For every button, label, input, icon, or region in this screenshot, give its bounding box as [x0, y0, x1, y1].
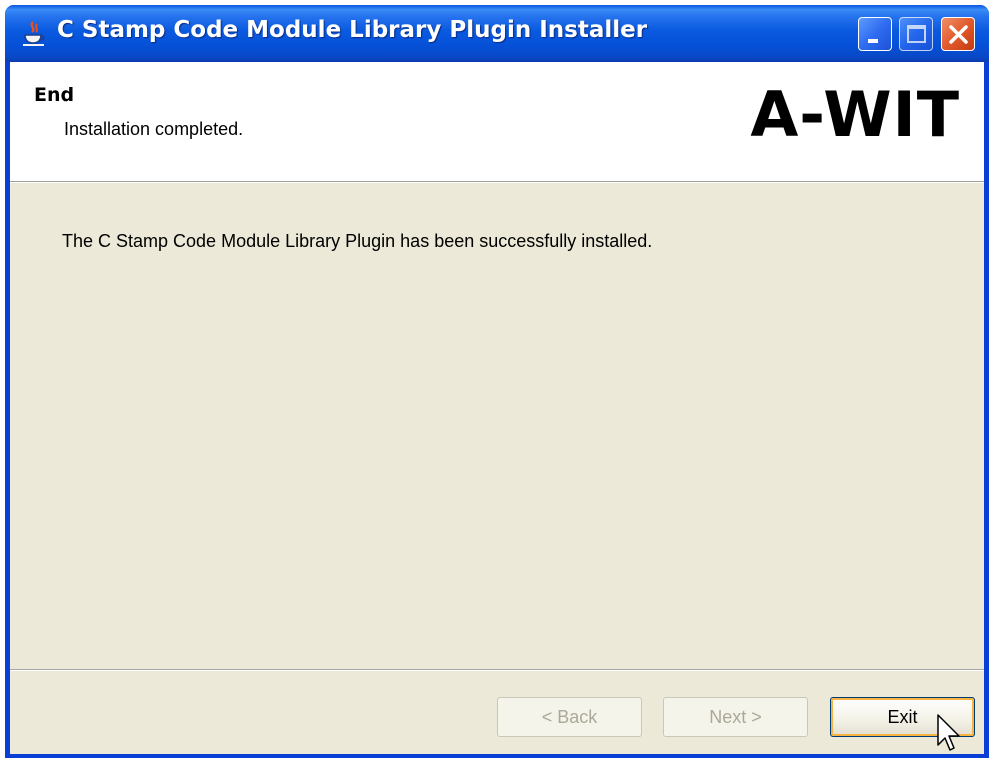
- step-title: End: [34, 84, 75, 106]
- logo: A-WIT: [750, 78, 960, 151]
- next-button[interactable]: Next >: [663, 697, 808, 737]
- window-title: C Stamp Code Module Library Plugin Insta…: [57, 17, 648, 43]
- java-cup-icon: [23, 21, 45, 46]
- mouse-cursor-icon: [937, 714, 960, 751]
- minimize-button[interactable]: [858, 17, 892, 51]
- minimize-icon: [868, 39, 878, 43]
- installer-window: C Stamp Code Module Library Plugin Insta…: [5, 5, 989, 758]
- maximize-icon: [907, 25, 926, 43]
- title-bar[interactable]: C Stamp Code Module Library Plugin Insta…: [5, 5, 989, 62]
- header-divider: [10, 182, 984, 183]
- step-subtitle: Installation completed.: [64, 119, 244, 139]
- header-panel: End Installation completed. A-WIT: [10, 62, 984, 182]
- dialog-client-area: End Installation completed. A-WIT The C …: [10, 62, 984, 754]
- close-icon: [949, 25, 968, 44]
- close-button[interactable]: [941, 17, 975, 51]
- back-button[interactable]: < Back: [497, 697, 642, 737]
- footer-divider: [10, 669, 984, 671]
- maximize-button[interactable]: [899, 17, 933, 51]
- completion-message: The C Stamp Code Module Library Plugin h…: [62, 231, 653, 251]
